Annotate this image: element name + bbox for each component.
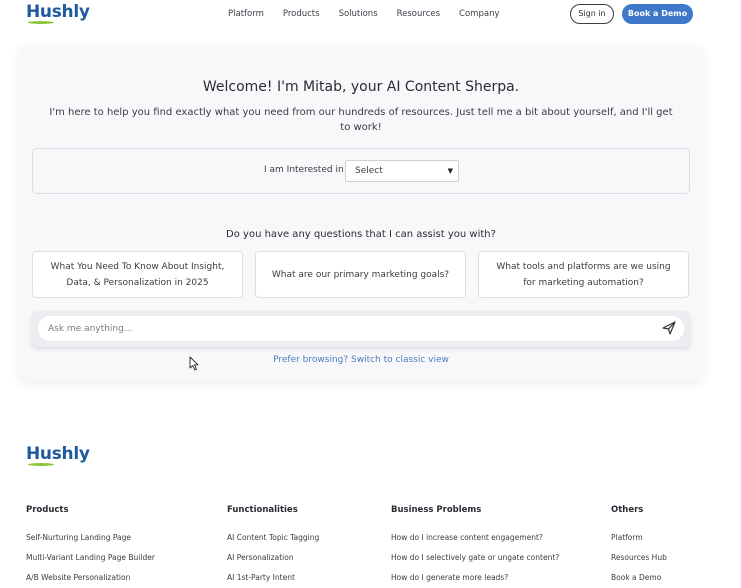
ask-input[interactable] bbox=[38, 316, 684, 341]
footer-link[interactable]: A/B Website Personalization bbox=[26, 573, 155, 582]
send-icon[interactable] bbox=[661, 320, 677, 336]
footer-column-title: Products bbox=[26, 505, 69, 515]
footer-column-title: Business Problems bbox=[391, 505, 482, 515]
footer-link[interactable]: AI Content Topic Tagging bbox=[227, 533, 319, 542]
mouse-cursor-icon bbox=[189, 356, 199, 371]
footer-logo-text: Hushly bbox=[26, 444, 90, 464]
footer-column-functionalities: Functionalities AI Content Topic Tagging… bbox=[227, 505, 319, 588]
footer-column-business-problems: Business Problems How do I increase cont… bbox=[391, 505, 559, 588]
dropdown-arrow-icon: ▼ bbox=[447, 167, 453, 175]
footer-link[interactable]: Resources Hub bbox=[611, 553, 667, 562]
nav-products[interactable]: Products bbox=[283, 9, 320, 19]
chat-card: Welcome! I'm Mitab, your AI Content Sher… bbox=[19, 47, 703, 381]
nav-resources[interactable]: Resources bbox=[397, 9, 440, 19]
ask-bar bbox=[32, 311, 690, 347]
interest-panel: I am Interested in Select ▼ bbox=[32, 148, 690, 194]
footer-column-title: Others bbox=[611, 505, 644, 515]
footer-link[interactable]: Platform bbox=[611, 533, 667, 542]
interest-label: I am Interested in bbox=[264, 165, 344, 175]
footer-link[interactable]: AI 1st-Party Intent bbox=[227, 573, 319, 582]
interest-select[interactable]: Select ▼ bbox=[345, 160, 459, 182]
footer-column-title: Functionalities bbox=[227, 505, 298, 515]
main-nav: Platform Products Solutions Resources Co… bbox=[228, 9, 518, 19]
logo-swoosh bbox=[28, 21, 54, 24]
footer-link[interactable]: How do I generate more leads? bbox=[391, 573, 559, 582]
suggestion-card-1[interactable]: What You Need To Know About Insight, Dat… bbox=[32, 251, 243, 298]
footer-link[interactable]: Multi-Variant Landing Page Builder bbox=[26, 553, 155, 562]
footer-column-others: Others Platform Resources Hub Book a Dem… bbox=[611, 505, 667, 588]
classic-view-link[interactable]: Prefer browsing? Switch to classic view bbox=[19, 355, 703, 365]
interest-select-value: Select bbox=[355, 166, 383, 176]
welcome-heading: Welcome! I'm Mitab, your AI Content Sher… bbox=[202, 79, 520, 95]
footer-link[interactable]: AI Personalization bbox=[227, 553, 319, 562]
footer-hushly-logo[interactable]: Hushly bbox=[26, 444, 90, 466]
suggestion-card-2[interactable]: What are our primary marketing goals? bbox=[255, 251, 466, 298]
footer-link[interactable]: Self-Nurturing Landing Page bbox=[26, 533, 155, 542]
site-header: Hushly Platform Products Solutions Resou… bbox=[0, 0, 741, 30]
nav-solutions[interactable]: Solutions bbox=[339, 9, 378, 19]
suggestion-card-3[interactable]: What tools and platforms are we using fo… bbox=[478, 251, 689, 298]
footer-link[interactable]: How do I selectively gate or ungate cont… bbox=[391, 553, 559, 562]
footer-column-products: Products Self-Nurturing Landing Page Mul… bbox=[26, 505, 155, 588]
logo-text: Hushly bbox=[26, 2, 90, 22]
hushly-logo[interactable]: Hushly bbox=[26, 2, 90, 24]
footer-logo-swoosh bbox=[28, 463, 54, 466]
nav-platform[interactable]: Platform bbox=[228, 9, 264, 19]
footer-link[interactable]: How do I increase content engagement? bbox=[391, 533, 559, 542]
footer-link[interactable]: Book a Demo bbox=[611, 573, 667, 582]
questions-heading: Do you have any questions that I can ass… bbox=[226, 229, 496, 240]
book-demo-button[interactable]: Book a Demo bbox=[622, 4, 693, 24]
intro-text: I'm here to help you find exactly what y… bbox=[49, 107, 673, 133]
nav-company[interactable]: Company bbox=[459, 9, 499, 19]
sign-in-button[interactable]: Sign in bbox=[570, 4, 614, 24]
